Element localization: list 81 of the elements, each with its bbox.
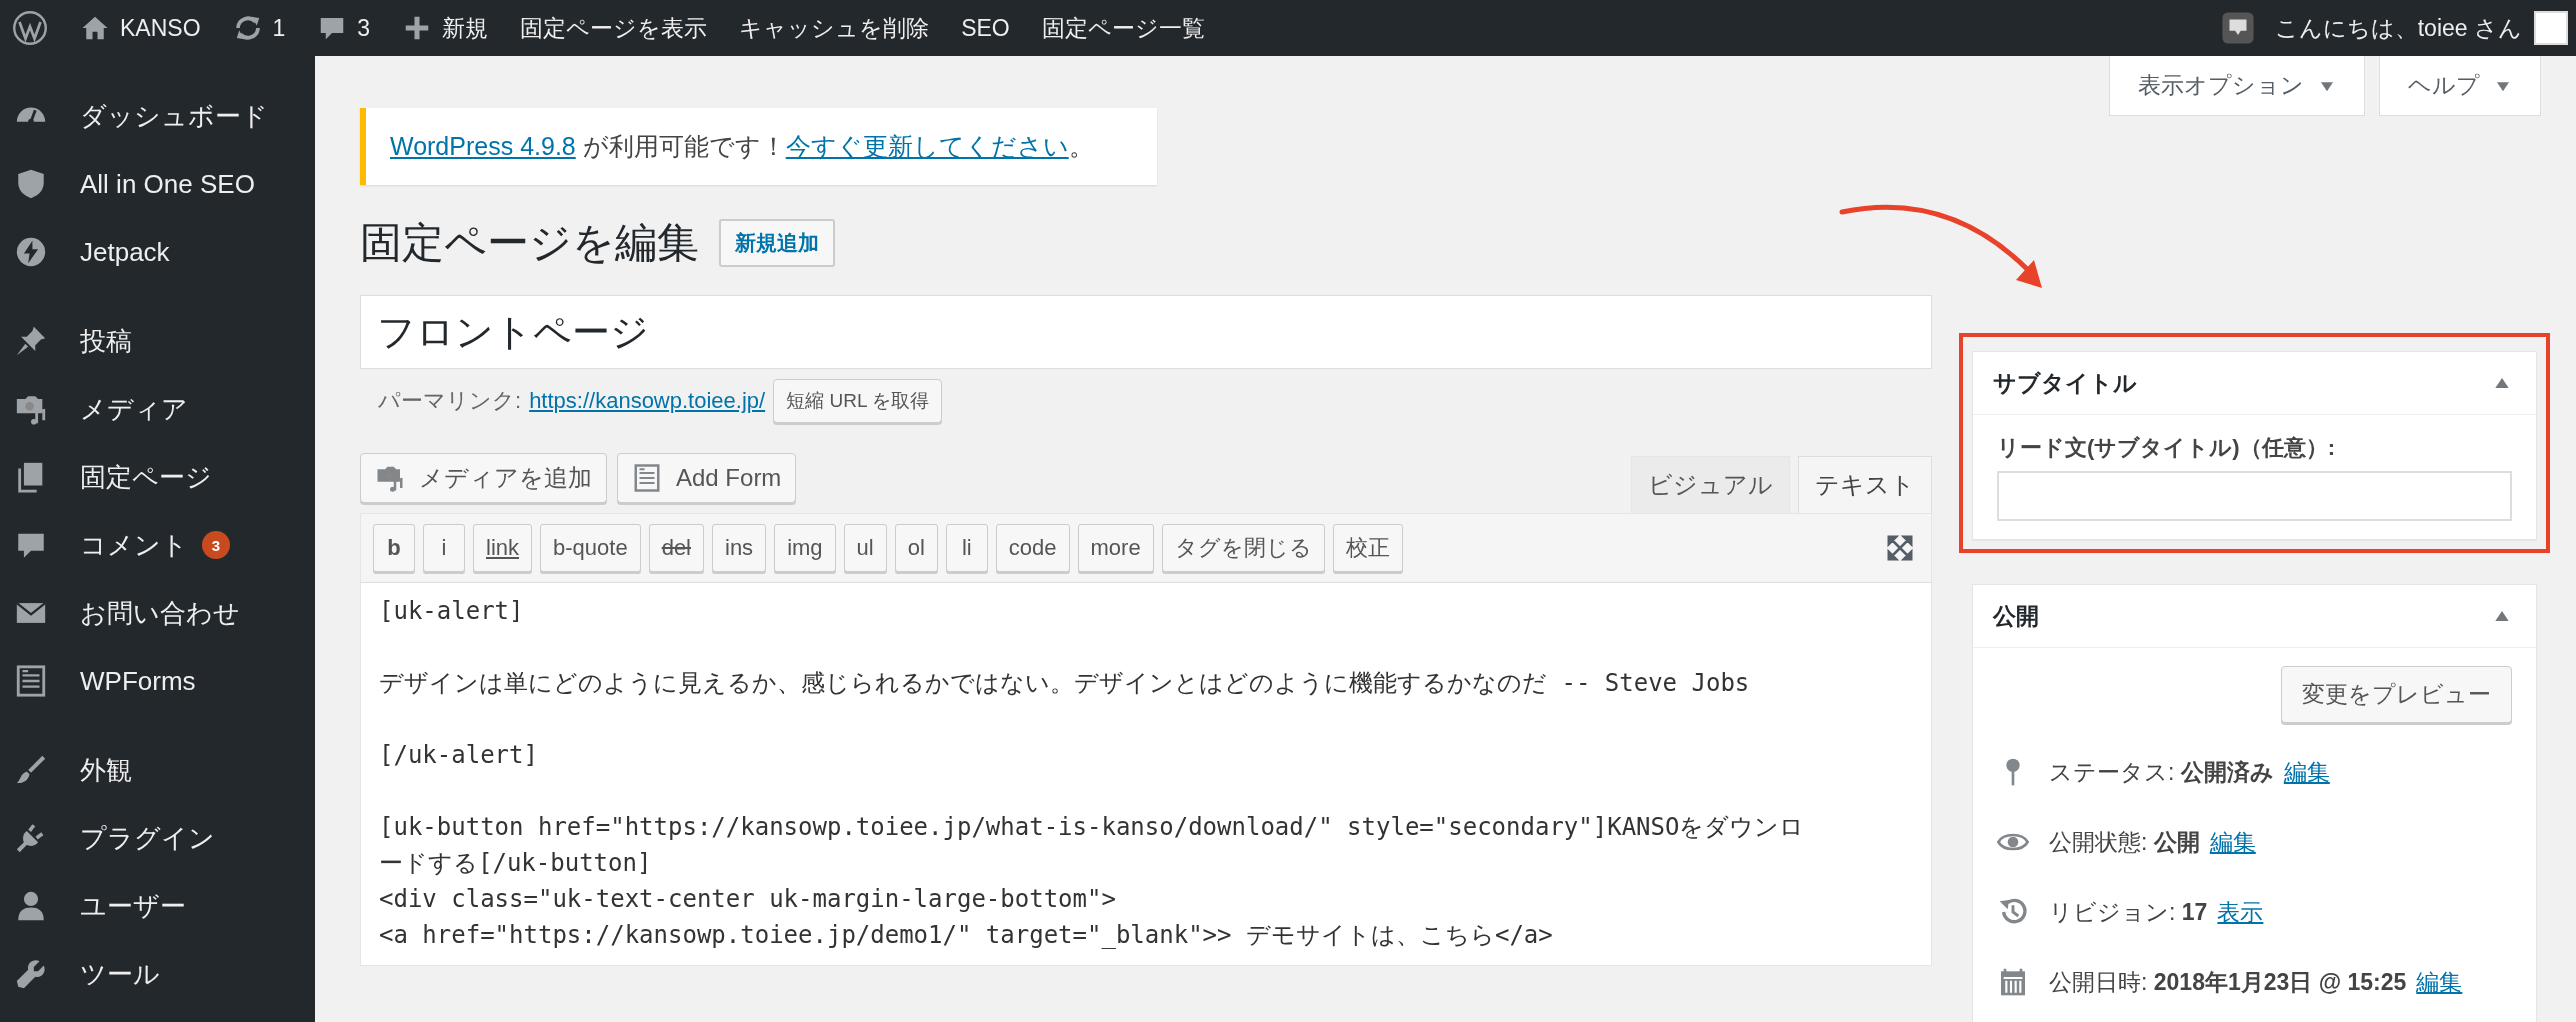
format-button[interactable]: link	[473, 524, 532, 572]
format-button[interactable]: i	[423, 524, 465, 572]
format-button[interactable]: img	[774, 524, 836, 572]
format-button[interactable]: b	[373, 524, 415, 572]
admin-bar-link[interactable]: 固定ページ一覧	[1025, 0, 1221, 56]
edit-link[interactable]: 編集	[2209, 826, 2256, 858]
notice-text: 。	[1068, 132, 1094, 160]
count-badge: 3	[202, 531, 230, 559]
code-line: <a href="https://kansowp.toiee.jp/demo1/" target="_blank">> デモサイトは、こちら</a>	[379, 920, 1554, 951]
permalink-label: パーマリンク:	[378, 387, 522, 415]
admin-bar-link[interactable]: 新規	[386, 0, 505, 56]
code-line: ードする[/uk-button]	[379, 848, 653, 879]
publish-setting: 公開状態: 公開	[2049, 827, 2200, 857]
admin-bar-link[interactable]: 3	[301, 0, 387, 56]
page-heading: 固定ページを編集	[360, 218, 699, 268]
menu-item[interactable]: コメント 3	[0, 511, 315, 579]
format-button[interactable]: b-quote	[540, 524, 641, 572]
pushpin-icon	[14, 324, 48, 358]
menu-item[interactable]: メディア	[0, 375, 315, 443]
editor-tab[interactable]: テキスト	[1798, 456, 1932, 513]
publish-setting: リビジョン: 17	[2049, 897, 2208, 927]
code-line: デザインは単にどのように見えるか、感じられるかではない。デザインとはどのように機能するかなのだ -- Steve Jobs	[379, 668, 1751, 699]
publish-setting: ステータス: 公開済み	[2049, 757, 2274, 787]
permalink-link[interactable]: https://kansowp.toiee.jp/	[529, 388, 766, 414]
notification-icon	[2220, 11, 2255, 45]
edit-link[interactable]: 表示	[2217, 896, 2264, 928]
admin-bar-link[interactable]: 固定ページを表示	[504, 0, 724, 56]
format-button[interactable]: ol	[894, 524, 938, 572]
box-title: 公開	[1993, 601, 2039, 631]
code-line: <div class="uk-text-center uk-margin-large-bottom">	[379, 884, 1117, 915]
admin-bar-link[interactable]: SEO	[945, 0, 1026, 56]
format-button[interactable]: タグを閉じる	[1161, 524, 1325, 572]
format-button[interactable]: ins	[712, 524, 767, 572]
title-field[interactable]: フロントページ	[360, 295, 1932, 369]
format-button[interactable]: more	[1077, 524, 1154, 572]
field-label: リード文(サブタイトル)（任意）:	[1997, 434, 2336, 462]
format-button[interactable]: 校正	[1332, 524, 1403, 572]
menu-item[interactable]: All in One SEO	[0, 150, 315, 218]
editor-tab[interactable]: ビジュアル	[1631, 456, 1790, 513]
edit-link[interactable]: 編集	[2416, 966, 2463, 998]
subtitle-field[interactable]	[1997, 471, 2512, 521]
code-line: [uk-alert]	[379, 596, 525, 627]
add-new-button[interactable]: 新規追加	[719, 219, 835, 267]
admin-bar-link[interactable]: 1	[216, 0, 302, 56]
menu-item[interactable]: ダッシュボード	[0, 82, 315, 150]
format-button[interactable]: del	[648, 524, 704, 572]
admin-bar-link[interactable]: KANSO	[64, 0, 217, 56]
account-menu[interactable]: こんにちは、toiee さん	[2274, 12, 2534, 44]
lightning-icon	[14, 235, 48, 269]
screen-options-tab[interactable]: ヘルプ	[2379, 56, 2541, 116]
code-line: [/uk-alert]	[379, 740, 539, 771]
notice-link[interactable]: WordPress 4.9.8	[390, 132, 576, 160]
format-button[interactable]: li	[945, 524, 988, 572]
menu-item[interactable]: 外観	[0, 736, 315, 804]
code-line: [uk-button href="https://kansowp.toiee.jp/what-is-kanso/download/" style="secondary"]KANSOをダウンロ	[379, 812, 1806, 843]
menu-item[interactable]: 固定ページ	[0, 443, 315, 511]
form-icon	[14, 664, 48, 698]
wordpress-logo-icon	[12, 10, 48, 46]
menu-item[interactable]: WPForms	[0, 647, 315, 715]
menu-item[interactable]: ユーザー	[0, 872, 315, 940]
publish-setting: 公開日時: 2018年1月23日 @ 15:25	[2049, 967, 2407, 997]
fullscreen-icon	[1885, 533, 1915, 563]
shortlink-button[interactable]: 短縮 URL を取得	[773, 379, 943, 423]
menu-item[interactable]: Jetpack	[0, 218, 315, 286]
wrench-icon	[14, 957, 48, 991]
format-button[interactable]: code	[995, 524, 1070, 572]
notice-link[interactable]: 今すぐ更新してください	[785, 132, 1069, 160]
edit-link[interactable]: 編集	[2283, 756, 2330, 788]
admin-bar-link[interactable]: キャッシュを削除	[723, 0, 946, 56]
preview-button[interactable]: 変更をプレビュー	[2281, 666, 2512, 723]
menu-item[interactable]: お問い合わせ	[0, 579, 315, 647]
screen-options-tab[interactable]: 表示オプション	[2109, 56, 2365, 116]
menu-item[interactable]: 投稿	[0, 307, 315, 375]
menu-item[interactable]: プラグイン	[0, 804, 315, 872]
format-button[interactable]: ul	[843, 524, 887, 572]
box-title: サブタイトル	[1993, 368, 2137, 398]
media-button[interactable]: メディアを追加	[360, 453, 607, 503]
notice-text: が利用可能です！	[581, 132, 786, 160]
form-icon	[632, 463, 662, 493]
media-button[interactable]: Add Form	[617, 453, 797, 503]
menu-item[interactable]: ツール	[0, 940, 315, 1008]
